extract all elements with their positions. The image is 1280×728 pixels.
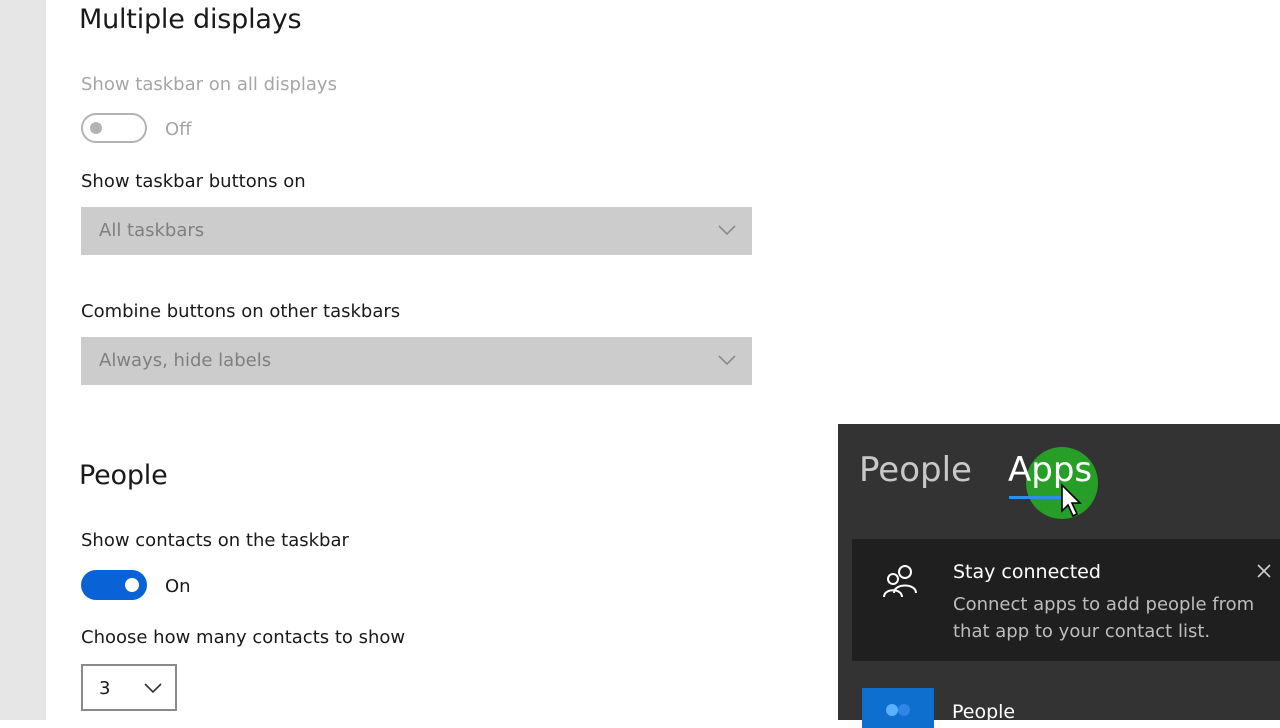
contacts-count-label: Choose how many contacts to show — [81, 627, 406, 648]
card-body: Connect apps to add people from that app… — [953, 594, 1255, 642]
toggle-knob — [90, 122, 102, 134]
show-taskbar-all-displays-state: Off — [165, 119, 192, 140]
show-taskbar-all-displays-toggle[interactable] — [81, 113, 147, 143]
section-heading-people: People — [79, 460, 168, 491]
show-taskbar-buttons-on-label: Show taskbar buttons on — [81, 171, 306, 192]
show-taskbar-buttons-on-dropdown[interactable]: All taskbars — [81, 207, 752, 255]
people-app-icon[interactable] — [862, 688, 934, 728]
show-contacts-toggle[interactable] — [81, 570, 147, 600]
contacts-count-select[interactable]: 3 — [81, 664, 177, 711]
close-icon[interactable] — [1254, 561, 1274, 581]
app-icon-dot — [898, 704, 910, 716]
combine-buttons-dropdown[interactable]: Always, hide labels — [81, 337, 752, 385]
dropdown-value: Always, hide labels — [99, 350, 272, 371]
chevron-down-icon — [144, 683, 162, 694]
chevron-down-icon — [718, 225, 736, 236]
people-flyout: People Apps Stay connected Connect apps … — [838, 424, 1280, 728]
dropdown-value: All taskbars — [99, 220, 205, 241]
show-contacts-label: Show contacts on the taskbar — [81, 530, 349, 551]
combine-buttons-label: Combine buttons on other taskbars — [81, 301, 401, 322]
nav-pane-edge — [0, 0, 46, 720]
chevron-down-icon — [718, 355, 736, 366]
mouse-cursor-icon — [1061, 483, 1082, 518]
show-taskbar-all-displays-label: Show taskbar on all displays — [81, 74, 337, 95]
active-tab-indicator — [1009, 496, 1065, 499]
section-heading-multiple-displays: Multiple displays — [79, 4, 302, 35]
app-icon-dot — [886, 704, 898, 716]
show-contacts-state: On — [165, 576, 191, 597]
tab-people[interactable]: People — [859, 450, 972, 490]
select-value: 3 — [99, 678, 111, 699]
stay-connected-card: Stay connected Connect apps to add peopl… — [852, 539, 1280, 661]
card-title: Stay connected — [953, 561, 1101, 583]
people-icon — [883, 565, 917, 598]
toggle-knob — [125, 578, 139, 592]
